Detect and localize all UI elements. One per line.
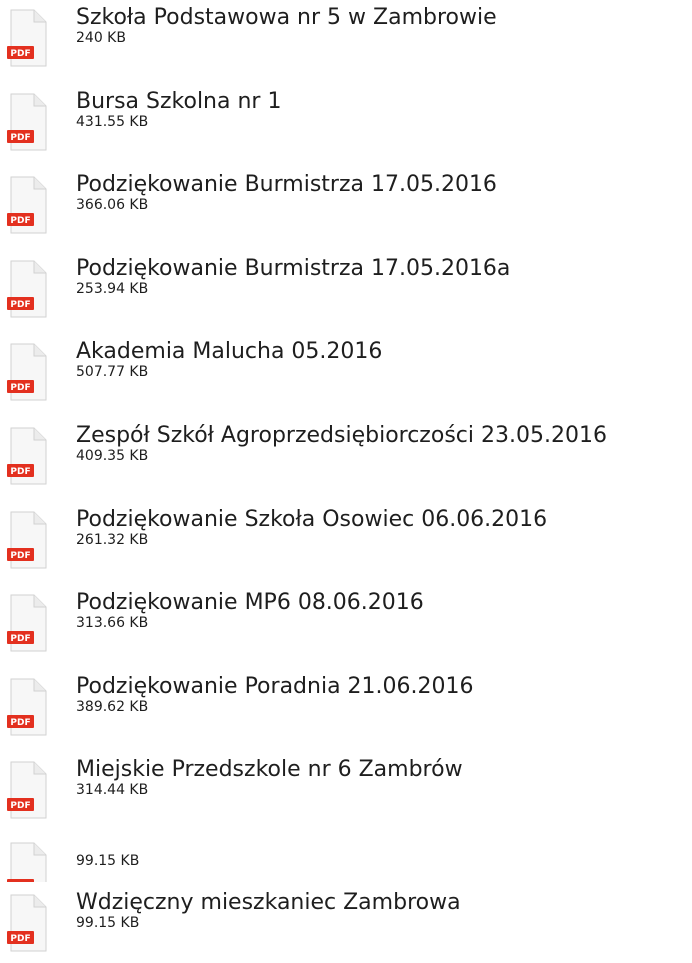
file-item[interactable]: PDF Podziękowanie MP6 08.06.2016 313.66 … bbox=[0, 589, 692, 659]
pdf-file-icon[interactable]: PDF bbox=[7, 427, 47, 485]
file-item[interactable]: PDF Podziękowanie Burmistrza 17.05.2016 … bbox=[0, 171, 692, 241]
file-size: 409.35 KB bbox=[76, 448, 149, 464]
pdf-file-icon[interactable]: PDF bbox=[7, 176, 47, 234]
svg-text:PDF: PDF bbox=[10, 383, 30, 393]
pdf-file-icon[interactable]: PDF bbox=[7, 842, 47, 882]
file-title[interactable]: Podziękowanie MP6 08.06.2016 bbox=[76, 589, 424, 617]
pdf-file-icon[interactable]: PDF bbox=[7, 761, 47, 819]
file-size: 366.06 KB bbox=[76, 197, 149, 213]
file-size: 253.94 KB bbox=[76, 281, 149, 297]
pdf-file-icon[interactable]: PDF bbox=[7, 343, 47, 401]
file-size: 389.62 KB bbox=[76, 699, 149, 715]
file-size: 507.77 KB bbox=[76, 364, 149, 380]
file-title[interactable]: Bursa Szkolna nr 1 bbox=[76, 88, 281, 116]
file-title[interactable]: Miejskie Przedszkole nr 6 Zambrów bbox=[76, 756, 463, 784]
file-title[interactable]: Zespół Szkół Agroprzedsiębiorczości 23.0… bbox=[76, 422, 607, 450]
svg-text:PDF: PDF bbox=[10, 934, 30, 944]
file-size: 431.55 KB bbox=[76, 114, 149, 130]
file-item[interactable]: PDF 99.15 KB bbox=[0, 837, 692, 885]
file-item[interactable]: PDF Bursa Szkolna nr 1 431.55 KB bbox=[0, 88, 692, 158]
pdf-file-icon[interactable]: PDF bbox=[7, 678, 47, 736]
pdf-file-icon[interactable]: PDF bbox=[7, 260, 47, 318]
file-size: 99.15 KB bbox=[76, 915, 140, 931]
svg-text:PDF: PDF bbox=[10, 133, 30, 143]
file-item[interactable]: PDF Wdzięczny mieszkaniec Zambrowa 99.15… bbox=[0, 889, 692, 959]
file-title[interactable]: Podziękowanie Burmistrza 17.05.2016 bbox=[76, 171, 497, 199]
file-size: 99.15 KB bbox=[76, 853, 140, 869]
file-size: 240 KB bbox=[76, 30, 126, 46]
pdf-file-icon[interactable]: PDF bbox=[7, 9, 47, 67]
file-item[interactable]: PDF Zespół Szkół Agroprzedsiębiorczości … bbox=[0, 422, 692, 492]
file-item[interactable]: PDF Podziękowanie Poradnia 21.06.2016 38… bbox=[0, 673, 692, 743]
svg-text:PDF: PDF bbox=[10, 49, 30, 59]
file-item[interactable]: PDF Akademia Malucha 05.2016 507.77 KB bbox=[0, 338, 692, 408]
file-title[interactable]: Akademia Malucha 05.2016 bbox=[76, 338, 382, 366]
file-size: 313.66 KB bbox=[76, 615, 149, 631]
pdf-file-icon[interactable]: PDF bbox=[7, 594, 47, 652]
svg-text:PDF: PDF bbox=[10, 216, 30, 226]
file-item[interactable]: PDF Szkoła Podstawowa nr 5 w Zambrowie 2… bbox=[0, 4, 692, 74]
file-size: 314.44 KB bbox=[76, 782, 149, 798]
pdf-file-icon[interactable]: PDF bbox=[7, 894, 47, 952]
file-title[interactable]: Szkoła Podstawowa nr 5 w Zambrowie bbox=[76, 4, 497, 32]
file-title[interactable]: Podziękowanie Poradnia 21.06.2016 bbox=[76, 673, 474, 701]
svg-text:PDF: PDF bbox=[10, 467, 30, 477]
svg-text:PDF: PDF bbox=[10, 300, 30, 310]
file-list: PDF Szkoła Podstawowa nr 5 w Zambrowie 2… bbox=[0, 0, 692, 963]
file-item[interactable]: PDF Miejskie Przedszkole nr 6 Zambrów 31… bbox=[0, 756, 692, 826]
svg-text:PDF: PDF bbox=[10, 801, 30, 811]
svg-text:PDF: PDF bbox=[10, 718, 30, 728]
file-item[interactable]: PDF Podziękowanie Szkoła Osowiec 06.06.2… bbox=[0, 506, 692, 576]
file-title[interactable]: Wdzięczny mieszkaniec Zambrowa bbox=[76, 889, 461, 917]
file-title[interactable]: Podziękowanie Szkoła Osowiec 06.06.2016 bbox=[76, 506, 547, 534]
svg-text:PDF: PDF bbox=[10, 551, 30, 561]
file-title[interactable]: Podziękowanie Burmistrza 17.05.2016a bbox=[76, 255, 510, 283]
pdf-file-icon[interactable]: PDF bbox=[7, 93, 47, 151]
pdf-file-icon[interactable]: PDF bbox=[7, 511, 47, 569]
file-item[interactable]: PDF Podziękowanie Burmistrza 17.05.2016a… bbox=[0, 255, 692, 325]
file-size: 261.32 KB bbox=[76, 532, 149, 548]
svg-text:PDF: PDF bbox=[10, 634, 30, 644]
